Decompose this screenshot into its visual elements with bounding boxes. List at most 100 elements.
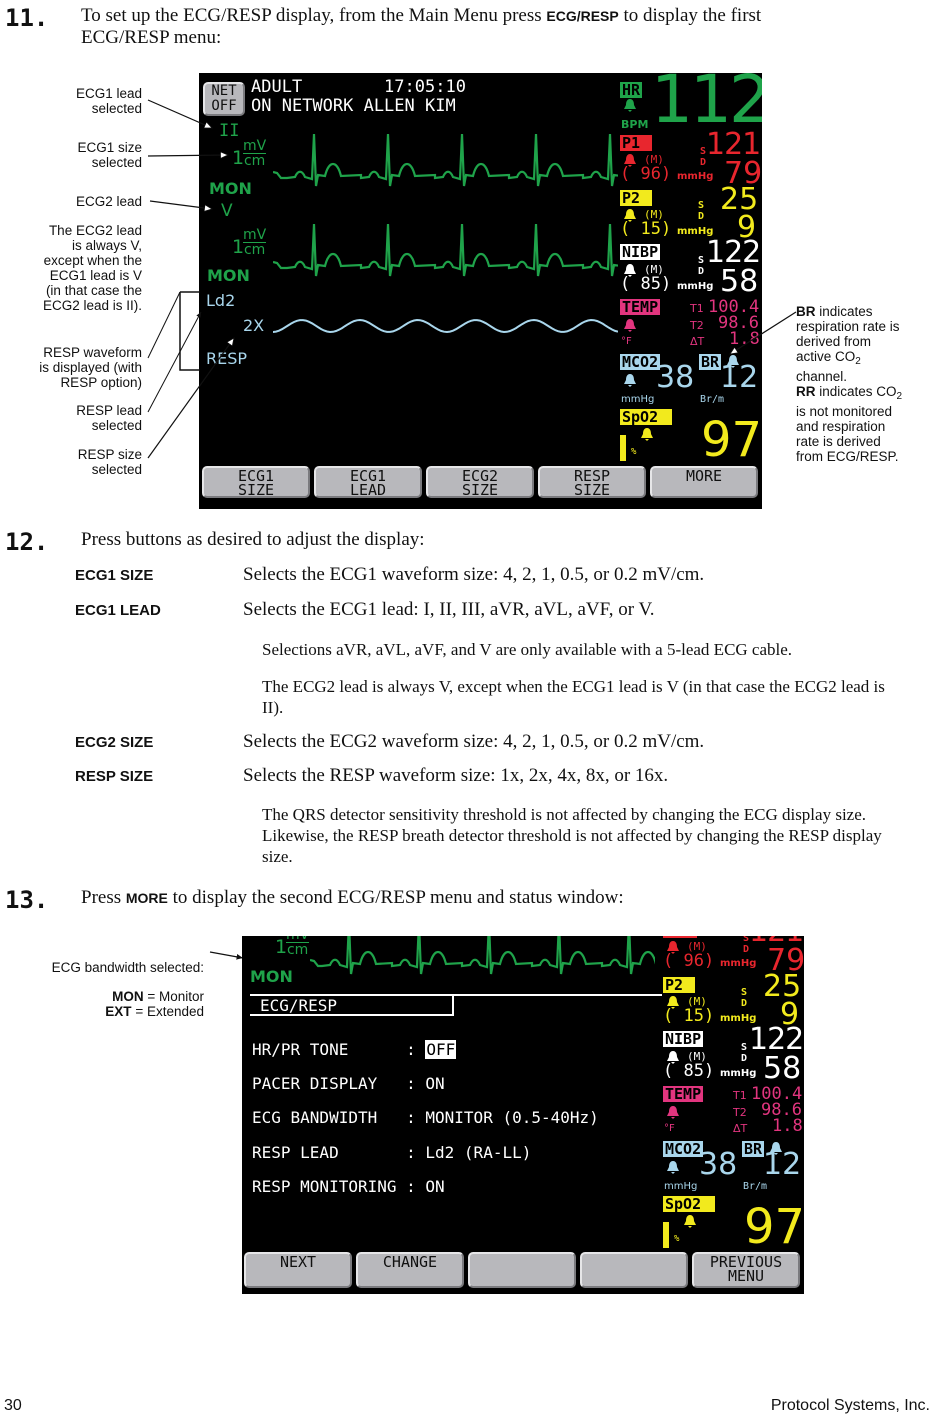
step-12-text: Press buttons as desired to adjust the d… xyxy=(81,529,425,550)
temp-dt-label: ΔT xyxy=(690,335,705,348)
p2-tag: P2 xyxy=(663,977,695,993)
def-term-ecg1-size: ECG1 SIZE xyxy=(75,567,154,584)
co2-tag: MCO2 xyxy=(620,353,661,371)
p2-mean-value: ( 15) xyxy=(620,219,672,239)
ecg-bandwidth-label: MON xyxy=(250,967,293,986)
nibp-tag: NIBP xyxy=(663,1030,704,1048)
br-value: 12 xyxy=(763,1147,802,1182)
callout-ecg2-lead-note: The ECG2 lead is always V, except when the… xyxy=(42,223,142,313)
p1-mean-value: ( 96) xyxy=(620,164,672,184)
co2-value: 38 xyxy=(656,360,695,395)
br-tag: BR xyxy=(699,353,722,371)
resp-lead-label: Ld2 xyxy=(206,291,236,310)
ecg2-waveform xyxy=(273,223,618,277)
hr-tag: HR xyxy=(620,81,643,99)
setting-value-selected[interactable]: OFF xyxy=(425,1040,457,1059)
temp-dt-value: 1.8 xyxy=(772,1116,803,1136)
temp-unit: °F xyxy=(664,1123,675,1134)
spo2-alarm-bell-icon xyxy=(684,1215,696,1228)
softkey-ecg2-size[interactable]: ECG2 SIZE xyxy=(426,466,534,498)
setting-row-resp-monitoring[interactable]: RESP MONITORING : ON xyxy=(252,1177,445,1196)
page-number: 30 xyxy=(4,1397,22,1414)
br-unit: Br/m xyxy=(743,1181,768,1192)
ecg-size-unit: mVcm xyxy=(286,936,310,957)
co2-unit: mmHg xyxy=(664,1181,698,1192)
p2-tag: P2 xyxy=(620,190,652,206)
callout-ecg-bandwidth: ECG bandwidth selected: xyxy=(51,960,204,975)
monitor-screen-ecg-resp-status: 1 mVcm MON ECG/RESP HR/PR TONE : OFF PAC… xyxy=(242,936,804,1294)
p1-mean-value: ( 96) xyxy=(663,951,715,971)
hr-alarm-bell-icon xyxy=(624,99,636,112)
callout-resp-size: RESP size selected xyxy=(77,447,142,477)
co2-alarm-bell-icon xyxy=(667,1161,679,1174)
temp-t1-label: T1 xyxy=(733,1089,747,1102)
resp-size-label: 2X xyxy=(243,316,265,335)
nibp-d-label: D xyxy=(741,1053,748,1064)
p1-tag-partial xyxy=(663,936,697,938)
nibp-mean-value: ( 85) xyxy=(620,274,672,294)
ecg1-bandwidth-label: MON xyxy=(209,179,252,198)
ecg1-size-unit: mV cm xyxy=(243,138,267,169)
p1-unit: mmHg xyxy=(677,171,714,182)
spo2-value: 97 xyxy=(701,412,762,468)
softkey-next[interactable]: NEXT xyxy=(244,1252,352,1288)
nibp-mean-value: ( 85) xyxy=(663,1061,715,1081)
softkey-blank-3[interactable] xyxy=(468,1252,576,1288)
callout-br-rr: BR indicates respiration rate is derived… xyxy=(796,304,903,464)
temp-tag: TEMP xyxy=(620,298,661,316)
ecg1-waveform xyxy=(273,133,618,187)
setting-row-hr-pr-tone[interactable]: HR/PR TONE : OFF xyxy=(252,1040,457,1059)
step-11-text: To set up the ECG/RESP display, from the… xyxy=(81,5,762,48)
hr-unit: BPM xyxy=(621,118,649,131)
co2-tag: MCO2 xyxy=(663,1140,704,1158)
spo2-unit: % xyxy=(631,447,637,457)
nibp-s-label: S xyxy=(741,1042,748,1053)
temp-t2-label: T2 xyxy=(733,1106,747,1119)
softkey-ecg1-lead[interactable]: ECG1 LEAD xyxy=(314,466,422,498)
softkey-previous-menu[interactable]: PREVIOUS MENU xyxy=(692,1252,800,1288)
nibp-diastolic: 58 xyxy=(720,264,759,299)
p2-d-label: D xyxy=(698,211,705,222)
ecg-waveform xyxy=(310,936,655,975)
note-5-lead-cable: Selections aVR, aVL, aVF, and V are only… xyxy=(262,640,793,659)
setting-row-ecg-bandwidth[interactable]: ECG BANDWIDTH : MONITOR (0.5-40Hz) xyxy=(252,1108,599,1127)
step-13-text: Press MORE to display the second ECG/RES… xyxy=(81,887,624,908)
callout-bandwidth-legend: MON = Monitor EXT = Extended xyxy=(105,989,204,1019)
temp-alarm-bell-icon xyxy=(667,1106,679,1119)
step-number-11: 11. xyxy=(5,4,49,32)
def-term-ecg1-lead: ECG1 LEAD xyxy=(75,602,161,619)
callout-resp-waveform: RESP waveform is displayed (with RESP opti… xyxy=(39,345,142,390)
ecg1-lead-label: II xyxy=(219,121,240,141)
setting-row-pacer-display[interactable]: PACER DISPLAY : ON xyxy=(252,1074,445,1093)
temp-tag: TEMP xyxy=(663,1085,704,1103)
p2-s-label: S xyxy=(698,200,705,211)
setting-row-resp-lead[interactable]: RESP LEAD : Ld2 (RA-LL) xyxy=(252,1143,531,1162)
spo2-unit: % xyxy=(674,1234,680,1244)
callout-ecg2-lead: ECG2 lead xyxy=(75,194,142,209)
softkey-change[interactable]: CHANGE xyxy=(356,1252,464,1288)
spo2-pleth-bar xyxy=(620,435,626,461)
spo2-alarm-bell-icon xyxy=(641,428,653,441)
monitor-screen-ecg-resp-menu: NET OFF ADULT 17:05:10 ON NETWORK ALLEN K… xyxy=(199,73,762,509)
keyword-more: MORE xyxy=(125,890,168,906)
ecg2-lead-label: V xyxy=(221,201,233,221)
temp-dt-label: ΔT xyxy=(733,1122,748,1135)
net-off-button[interactable]: NET OFF xyxy=(203,82,245,116)
keyword-ecg-resp: ECG/RESP xyxy=(546,8,619,24)
br-unit: Br/m xyxy=(700,394,725,405)
temp-unit: °F xyxy=(621,336,632,347)
ecg2-bandwidth-label: MON xyxy=(207,266,250,285)
spo2-tag: SpO2 xyxy=(620,409,672,425)
softkey-more[interactable]: MORE xyxy=(650,466,758,498)
nibp-s-label: S xyxy=(698,255,705,266)
def-desc-resp-size: Selects the RESP waveform size: 1x, 2x, … xyxy=(243,765,669,786)
spo2-value: 97 xyxy=(744,1199,804,1255)
note-ecg2-lead: The ECG2 lead is always V, except when t… xyxy=(262,677,885,717)
def-desc-ecg1-lead: Selects the ECG1 lead: I, II, III, aVR, … xyxy=(243,599,655,620)
br-tag: BR xyxy=(742,1140,765,1158)
softkey-ecg1-size[interactable]: ECG1 SIZE xyxy=(202,466,310,498)
softkey-blank-4[interactable] xyxy=(580,1252,688,1288)
softkey-resp-size[interactable]: RESP SIZE xyxy=(538,466,646,498)
hr-value: 112 xyxy=(651,73,762,138)
p2-mean-value: ( 15) xyxy=(663,1006,715,1026)
